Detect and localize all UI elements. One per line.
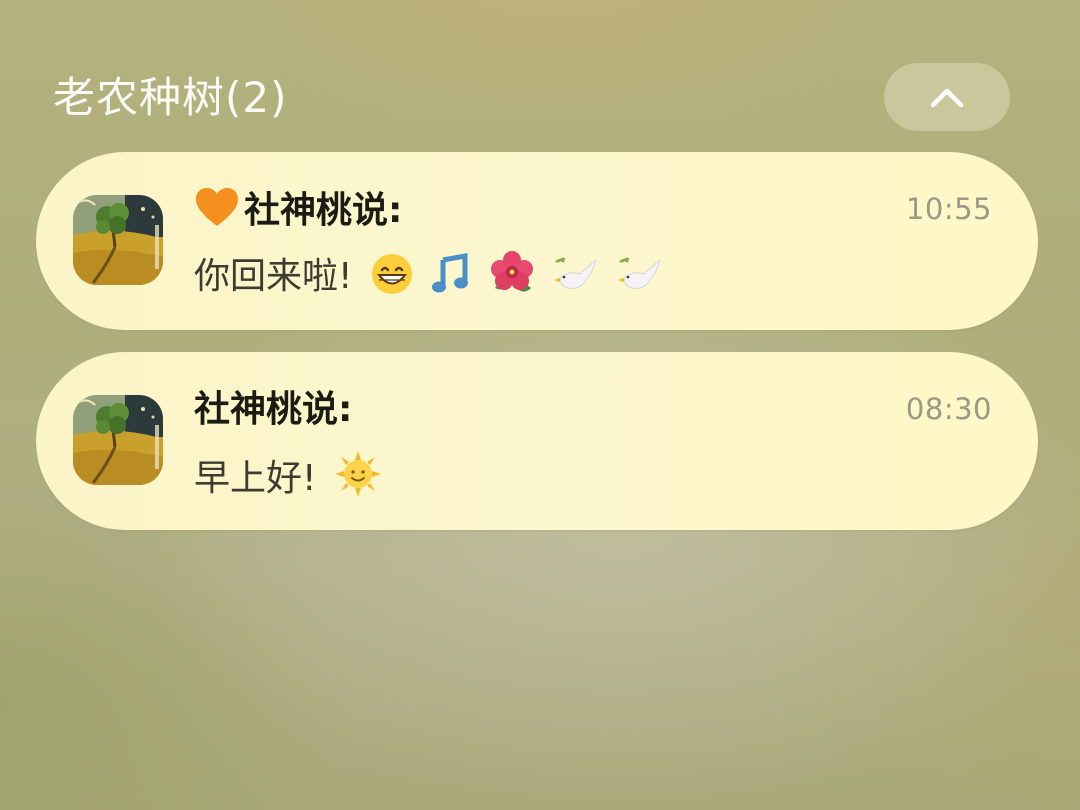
- notification-card[interactable]: 社神桃说: 10:55 你回来啦!: [36, 152, 1038, 330]
- message-text: 早上好!: [194, 458, 317, 499]
- sender-name: 社神桃说:: [194, 389, 353, 430]
- notification-group-title: 老农种树(2): [53, 73, 288, 122]
- collapse-group-button[interactable]: [884, 63, 1010, 131]
- dove-emoji: [616, 256, 662, 309]
- sender-name: 社神桃说:: [244, 190, 403, 231]
- tree-landscape-app-icon: [73, 395, 163, 485]
- notification-card[interactable]: 社神桃说: 08:30 早上好!: [36, 352, 1038, 530]
- notification-sender: 社神桃说:: [194, 386, 352, 434]
- tree-landscape-app-icon: [73, 195, 163, 285]
- notification-time: 10:55: [905, 192, 992, 226]
- dove-emoji: [552, 256, 598, 309]
- orange-heart-emoji: [194, 186, 240, 241]
- grinning-face-emoji: [370, 252, 414, 309]
- message-text: 你回来啦!: [194, 256, 353, 297]
- notification-sender: 社神桃说:: [194, 186, 402, 241]
- musical-note-emoji: [431, 252, 471, 309]
- notification-message: 你回来啦!: [194, 250, 662, 309]
- notification-time: 08:30: [905, 392, 992, 426]
- sun-with-face-emoji: [334, 450, 382, 511]
- hibiscus-emoji: [489, 250, 535, 309]
- notification-message: 早上好!: [194, 450, 382, 511]
- chevron-up-icon: [930, 88, 964, 108]
